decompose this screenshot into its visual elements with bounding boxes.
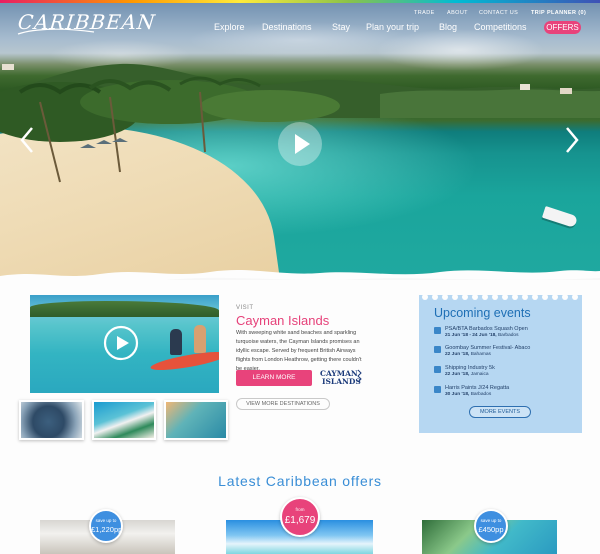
hero-boat <box>541 206 579 228</box>
events-panel-scallop <box>422 294 578 300</box>
trade-link[interactable]: TRADE <box>414 10 435 16</box>
offer-price-badge: save up to £450pp <box>474 509 508 543</box>
nav-item-explore[interactable]: Explore <box>214 22 245 32</box>
destination-title[interactable]: Cayman Islands <box>236 313 329 328</box>
offers-button[interactable]: OFFERS <box>544 21 581 34</box>
event-title[interactable]: Harris Paints J/24 Regatta <box>445 385 509 391</box>
events-title: Upcoming events <box>434 306 531 320</box>
event-title[interactable]: Goombay Summer Festival- Abaco <box>445 345 530 351</box>
cayman-islands-logo[interactable]: CAYMAN ISLANDS <box>320 366 368 388</box>
nav-item-competitions[interactable]: Competitions <box>474 22 527 32</box>
badge-price: £1,220pp <box>91 525 123 534</box>
video-kayak <box>149 348 219 374</box>
event-title[interactable]: Shipping Industry 5k <box>445 365 495 371</box>
contact-us-link[interactable]: CONTACT US <box>479 10 518 16</box>
event-date: 21 Jun '18 - 24 Jun '18, Barbados <box>445 333 519 338</box>
carousel-next-icon[interactable] <box>563 126 581 154</box>
nav-item-plan-your-trip[interactable]: Plan your trip <box>366 22 419 32</box>
hero-play-button[interactable] <box>278 122 322 166</box>
video-play-icon[interactable] <box>103 325 139 361</box>
badge-price: £450pp <box>478 525 504 534</box>
nav-item-blog[interactable]: Blog <box>439 22 457 32</box>
play-icon <box>295 134 310 154</box>
video-kayaker <box>170 329 182 355</box>
gallery-thumb-snorkel[interactable] <box>164 400 228 440</box>
calendar-icon <box>434 386 441 393</box>
gallery-thumb-resort[interactable] <box>92 400 156 440</box>
event-title[interactable]: PSA/BTA Barbados Squash Open <box>445 326 528 332</box>
calendar-icon <box>434 327 441 334</box>
nav-item-stay[interactable]: Stay <box>332 22 350 32</box>
badge-price: £1,679 <box>284 515 316 526</box>
gallery-thumb-iguana[interactable] <box>19 400 84 440</box>
video-kayaker <box>194 325 206 353</box>
badge-caption: from <box>295 507 305 512</box>
svg-text:ISLANDS: ISLANDS <box>322 377 361 386</box>
badge-caption: save up to <box>480 518 502 523</box>
event-date: 22 Jun '18, Jamaica <box>445 372 489 377</box>
offers-heading: Latest Caribbean offers <box>218 473 382 489</box>
event-date: 22 Jun '18, Bahamas <box>445 352 491 357</box>
offer-price-badge: from £1,679 <box>280 497 320 537</box>
badge-caption: save up to <box>95 518 117 523</box>
calendar-icon <box>434 346 441 353</box>
utility-links: TRADE ABOUT CONTACT US TRIP PLANNER (0) <box>0 10 600 20</box>
carousel-prev-icon[interactable] <box>18 126 36 154</box>
more-events-button[interactable]: MORE EVENTS <box>469 406 531 418</box>
learn-more-button[interactable]: LEARN MORE <box>236 370 312 386</box>
offer-price-badge: save up to £1,220pp <box>89 509 123 543</box>
event-date: 30 Jun '18, Barbados <box>445 392 492 397</box>
hero-brush-edge <box>0 270 600 280</box>
video-island <box>30 301 219 317</box>
about-link[interactable]: ABOUT <box>447 10 468 16</box>
calendar-icon <box>434 366 441 373</box>
view-more-destinations-button[interactable]: VIEW MORE DESTINATIONS <box>236 398 330 410</box>
top-color-strip <box>0 0 600 3</box>
main-nav: Explore Destinations Stay Plan your trip… <box>0 22 600 36</box>
visit-label: VISIT <box>236 305 254 311</box>
trip-planner-link[interactable]: TRIP PLANNER (0) <box>531 10 586 16</box>
nav-item-destinations[interactable]: Destinations <box>262 22 312 32</box>
